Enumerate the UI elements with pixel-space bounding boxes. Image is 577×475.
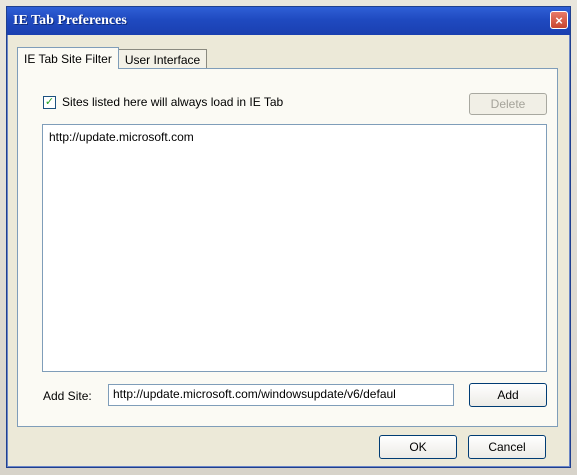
close-button[interactable]: × (550, 11, 568, 29)
title-bar[interactable]: IE Tab Preferences × (7, 7, 570, 35)
always-load-option[interactable]: ✓ Sites listed here will always load in … (43, 95, 283, 109)
tab-strip: IE Tab Site Filter User Interface (17, 47, 208, 69)
add-site-label: Add Site: (43, 389, 92, 403)
tab-site-filter[interactable]: IE Tab Site Filter (17, 47, 119, 69)
window-title: IE Tab Preferences (13, 13, 127, 28)
site-list[interactable]: http://update.microsoft.com (42, 124, 547, 372)
cancel-button[interactable]: Cancel (468, 435, 546, 459)
site-list-item[interactable]: http://update.microsoft.com (49, 129, 540, 145)
always-load-checkbox[interactable]: ✓ (43, 95, 56, 109)
preferences-dialog: IE Tab Preferences × IE Tab Site Filter … (6, 6, 571, 468)
site-filter-panel: ✓ Sites listed here will always load in … (17, 68, 558, 427)
tab-user-interface[interactable]: User Interface (117, 49, 208, 69)
close-icon: × (555, 12, 563, 28)
ok-button[interactable]: OK (379, 435, 457, 459)
check-icon: ✓ (44, 95, 55, 108)
always-load-label: Sites listed here will always load in IE… (62, 95, 284, 109)
delete-button[interactable]: Delete (469, 93, 547, 115)
add-site-input[interactable]: http://update.microsoft.com/windowsupdat… (108, 384, 454, 406)
add-button[interactable]: Add (469, 383, 547, 407)
